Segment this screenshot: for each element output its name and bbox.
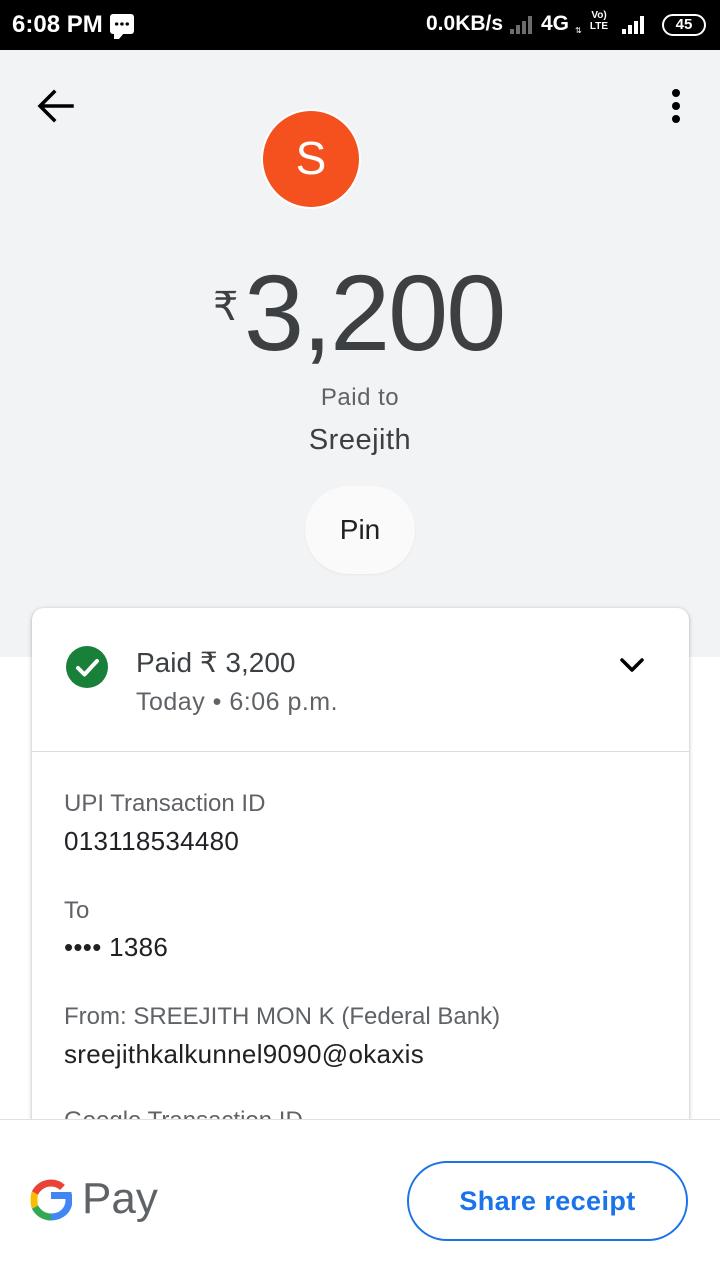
transaction-status-header[interactable]: Paid ₹ 3,200 Today • 6:06 p.m. <box>32 608 689 752</box>
paid-to-label: Paid to <box>320 384 400 411</box>
google-pay-logo: Pay <box>30 1174 160 1230</box>
network-type: 4G <box>541 12 570 35</box>
payee-name: Sreejith <box>308 424 412 456</box>
avatar: S <box>261 109 361 209</box>
battery-indicator: 45 <box>662 14 706 36</box>
data-arrows-icon: ⇅ <box>575 26 582 35</box>
from-upi-id-value: sreejithkalkunnel9090@okaxis <box>64 1039 424 1069</box>
pin-button[interactable]: Pin <box>305 486 415 574</box>
status-time: 6:08 PM <box>12 11 103 38</box>
expand-button[interactable] <box>612 648 652 684</box>
google-g-icon <box>30 1179 72 1221</box>
arrow-back-icon <box>37 89 74 123</box>
network-speed: 0.0KB/s <box>426 12 504 35</box>
more-options-button[interactable] <box>660 86 692 126</box>
transaction-status: Paid ₹ 3,200 <box>136 647 296 678</box>
upi-transaction-id-label: UPI Transaction ID <box>64 790 266 817</box>
status-bar: 6:08 PM 0.0KB/s 4G ⇅ Vo) LTE 45 <box>0 0 720 50</box>
transaction-timestamp: Today • 6:06 p.m. <box>136 688 339 716</box>
signal-strength-icon <box>622 14 648 34</box>
chevron-down-icon <box>620 658 644 672</box>
from-label: From: SREEJITH MON K (Federal Bank) <box>64 1003 501 1030</box>
bottom-bar: Pay Share receipt <box>0 1119 720 1280</box>
to-account-value: •••• 1386 <box>64 932 169 962</box>
to-label: To <box>64 897 90 924</box>
volte-icon: Vo) LTE <box>589 10 609 32</box>
upi-transaction-id-value: 013118534480 <box>64 826 240 856</box>
signal-strength-icon <box>510 14 536 34</box>
share-receipt-button[interactable]: Share receipt <box>407 1161 688 1241</box>
amount-value: 3,200 <box>244 252 506 373</box>
brand-pay-text: Pay <box>82 1174 158 1223</box>
check-circle-icon <box>66 646 108 688</box>
amount: ₹ 3,200 <box>0 250 720 373</box>
back-button[interactable] <box>34 86 78 126</box>
more-vert-icon <box>672 89 680 123</box>
currency-symbol: ₹ <box>213 284 239 330</box>
message-notification-icon <box>110 14 134 39</box>
